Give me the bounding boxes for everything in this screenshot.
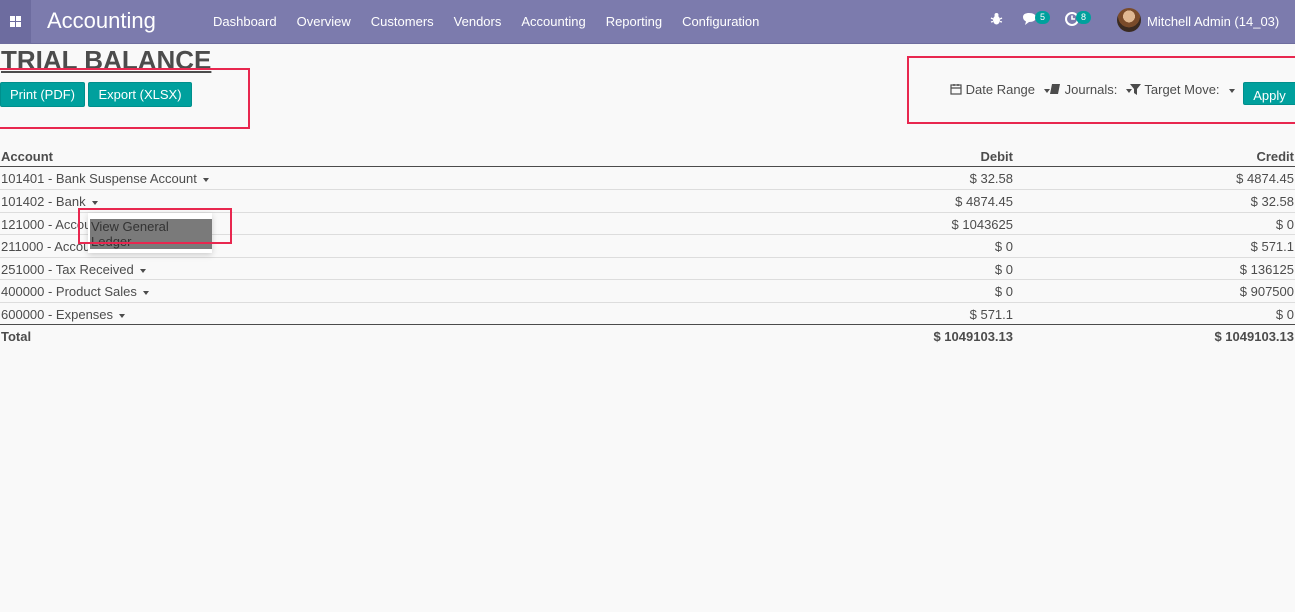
header-debit: Debit bbox=[980, 149, 1014, 164]
apps-menu-button[interactable] bbox=[0, 0, 31, 43]
table-row: 251000 - Tax Received $ 0 $ 136125 bbox=[0, 257, 1295, 280]
total-debit: $ 1049103.13 bbox=[933, 329, 1013, 344]
total-row: Total $ 1049103.13 $ 1049103.13 bbox=[0, 324, 1295, 347]
user-menu[interactable]: Mitchell Admin (14_03) bbox=[1147, 14, 1279, 29]
account-name: 101402 - Bank bbox=[1, 194, 86, 209]
account-cell: 101401 - Bank Suspense Account bbox=[1, 171, 209, 186]
total-credit: $ 1049103.13 bbox=[1214, 329, 1294, 344]
grid-icon bbox=[10, 16, 21, 27]
credit-cell: $ 0 bbox=[1275, 217, 1294, 232]
menu-accounting[interactable]: Accounting bbox=[521, 14, 585, 29]
account-name: 101401 - Bank Suspense Account bbox=[1, 171, 197, 186]
table-row: 101401 - Bank Suspense Account $ 32.58 $… bbox=[0, 167, 1295, 189]
debit-cell: $ 0 bbox=[994, 284, 1013, 299]
header-credit: Credit bbox=[1256, 149, 1294, 164]
main-menu: Dashboard Overview Customers Vendors Acc… bbox=[213, 0, 779, 43]
credit-cell: $ 32.58 bbox=[1250, 194, 1294, 209]
menu-configuration[interactable]: Configuration bbox=[682, 14, 759, 29]
caret-down-icon[interactable] bbox=[119, 313, 126, 318]
credit-cell: $ 4874.45 bbox=[1236, 171, 1294, 186]
menu-customers[interactable]: Customers bbox=[371, 14, 434, 29]
debit-cell: $ 32.58 bbox=[969, 171, 1013, 186]
menu-dashboard[interactable]: Dashboard bbox=[213, 14, 277, 29]
table-row: 600000 - Expenses $ 571.1 $ 0 bbox=[0, 302, 1295, 325]
account-cell: 400000 - Product Sales bbox=[1, 284, 149, 299]
debit-cell: $ 4874.45 bbox=[955, 194, 1013, 209]
account-name: 400000 - Product Sales bbox=[1, 284, 137, 299]
account-cell: 211000 - Accou bbox=[1, 239, 90, 254]
debit-cell: $ 571.1 bbox=[969, 307, 1013, 322]
account-cell: 251000 - Tax Received bbox=[1, 262, 146, 277]
caret-down-icon[interactable] bbox=[139, 268, 146, 273]
debit-cell: $ 0 bbox=[994, 239, 1013, 254]
messages-count-badge: 5 bbox=[1035, 11, 1051, 24]
debit-cell: $ 0 bbox=[994, 262, 1013, 277]
highlight-box-popup bbox=[78, 208, 232, 244]
top-navbar: Accounting Dashboard Overview Customers … bbox=[0, 0, 1295, 44]
activities-count-badge: 8 bbox=[1076, 11, 1092, 24]
account-name: 251000 - Tax Received bbox=[1, 262, 134, 277]
caret-down-icon[interactable] bbox=[202, 177, 209, 182]
total-label: Total bbox=[1, 329, 32, 344]
credit-cell: $ 907500 bbox=[1239, 284, 1294, 299]
debit-cell: $ 1043625 bbox=[951, 217, 1013, 232]
account-cell: 101402 - Bank bbox=[1, 194, 98, 209]
highlight-box-filters bbox=[907, 56, 1295, 124]
menu-overview[interactable]: Overview bbox=[297, 14, 351, 29]
menu-reporting[interactable]: Reporting bbox=[606, 14, 662, 29]
app-title[interactable]: Accounting bbox=[47, 8, 156, 34]
caret-down-icon[interactable] bbox=[91, 200, 98, 205]
table-row: 400000 - Product Sales $ 0 $ 907500 bbox=[0, 279, 1295, 302]
account-cell: 600000 - Expenses bbox=[1, 307, 126, 322]
caret-down-icon[interactable] bbox=[142, 290, 149, 295]
credit-cell: $ 571.1 bbox=[1250, 239, 1294, 254]
account-name: 211000 - Accou bbox=[1, 239, 91, 254]
highlight-box-buttons bbox=[0, 68, 250, 129]
debug-bug-icon[interactable] bbox=[990, 12, 1003, 29]
account-name: 600000 - Expenses bbox=[1, 307, 114, 322]
menu-vendors[interactable]: Vendors bbox=[454, 14, 502, 29]
header-account: Account bbox=[1, 149, 53, 164]
credit-cell: $ 136125 bbox=[1239, 262, 1294, 277]
credit-cell: $ 0 bbox=[1275, 307, 1294, 322]
user-avatar[interactable] bbox=[1117, 8, 1141, 32]
table-header: Account Debit Credit bbox=[0, 145, 1295, 167]
